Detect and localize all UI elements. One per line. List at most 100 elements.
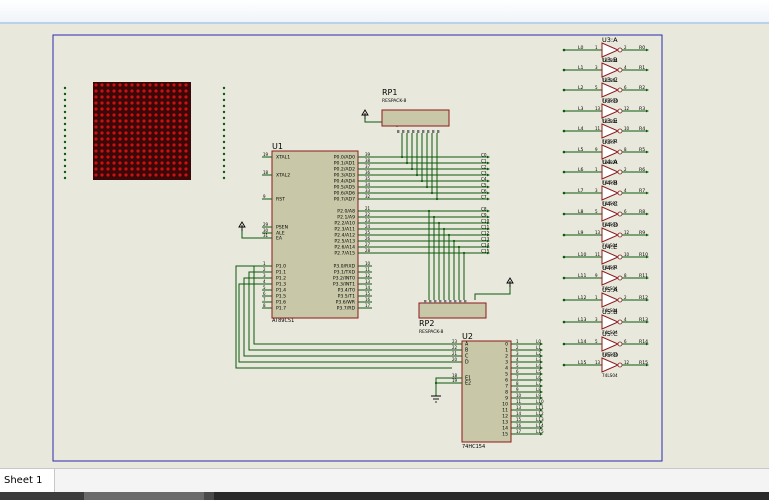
sheet-tab-bar: Sheet 1 bbox=[0, 468, 769, 493]
net-terminal bbox=[562, 255, 566, 259]
led-dot bbox=[178, 137, 182, 141]
led-dot bbox=[124, 137, 128, 141]
inverter-triangle[interactable] bbox=[601, 123, 620, 139]
matrix-pin bbox=[63, 128, 67, 132]
inverter-triangle[interactable] bbox=[601, 227, 620, 243]
u1-pin-number: 23 bbox=[365, 218, 371, 223]
inverter-bubble bbox=[617, 341, 623, 347]
u1-pin-name: P0.3/AD3 bbox=[334, 173, 355, 179]
inverter-triangle[interactable] bbox=[601, 164, 620, 180]
led-dot bbox=[148, 95, 152, 99]
inverter-triangle[interactable] bbox=[601, 336, 620, 352]
u1-pin-number: 8 bbox=[263, 303, 266, 308]
led-dot bbox=[172, 119, 176, 123]
inverter-out-net: R13 bbox=[639, 317, 648, 323]
inverter-bubble bbox=[617, 254, 623, 260]
led-dot bbox=[148, 137, 152, 141]
rp2-value: RESPACK-8 bbox=[419, 329, 443, 335]
u2-net-label: L9 bbox=[536, 393, 541, 398]
inverter-column[interactable]: U3:A74LS04L0 R01 2U3:B74LS04L1 R13 4U3:C74LS… bbox=[562, 36, 649, 378]
rp2-body[interactable] bbox=[418, 302, 487, 319]
resistor-pack-rp1[interactable]: RP1 RESPACK-8 bbox=[381, 88, 450, 133]
inverter-in-pin: 5 bbox=[595, 209, 598, 214]
u1-pin-number: 7 bbox=[263, 297, 266, 302]
inverter-triangle[interactable] bbox=[601, 103, 620, 119]
u2-net-label: L7 bbox=[536, 381, 541, 386]
schematic-canvas[interactable]: RP1 RESPACK-8 RP2 RESPACK-8 U1 AT89C51 1… bbox=[0, 24, 769, 468]
inverter-triangle[interactable] bbox=[601, 62, 620, 78]
inverter-triangle[interactable] bbox=[601, 357, 620, 373]
led-dot bbox=[166, 113, 170, 117]
led-dot bbox=[136, 107, 140, 111]
led-dot bbox=[124, 167, 128, 171]
led-dot bbox=[100, 101, 104, 105]
led-dot bbox=[112, 101, 116, 105]
inverter-out-net: R10 bbox=[639, 252, 648, 258]
net-terminal bbox=[562, 233, 566, 237]
led-dot bbox=[106, 83, 110, 87]
matrix-pin bbox=[222, 116, 226, 120]
u1-pin-name: P3.3/INT1 bbox=[333, 282, 355, 288]
inverter-u5-d[interactable]: U5:D 74LS04 L15 R15 13 12 bbox=[562, 351, 649, 378]
u1-pin-number: 12 bbox=[365, 273, 371, 278]
u1-pin-name: P0.4/AD4 bbox=[334, 179, 355, 185]
decoder-u2[interactable]: U2 74HC154 23A22B21C20D18E119E210L021L13… bbox=[452, 332, 544, 450]
u1-pin-number: 15 bbox=[365, 291, 371, 296]
resistor-pack-rp2[interactable]: RP2 RESPACK-8 bbox=[418, 300, 487, 335]
led-dot bbox=[154, 149, 158, 153]
led-dot bbox=[178, 125, 182, 129]
led-dot bbox=[112, 155, 116, 159]
u2-pin-number: 20 bbox=[452, 357, 458, 362]
inverter-triangle[interactable] bbox=[601, 270, 620, 286]
led-dot bbox=[106, 161, 110, 165]
inverter-triangle[interactable] bbox=[601, 185, 620, 201]
inverter-out-net: R3 bbox=[639, 106, 645, 112]
u2-pin-name: 15 bbox=[502, 432, 508, 438]
microcontroller-u1[interactable]: U1 AT89C51 19XTAL118XTAL29RST29PSEN30ALE… bbox=[262, 142, 372, 324]
junction-dot bbox=[434, 381, 438, 385]
led-dot bbox=[166, 149, 170, 153]
led-dot bbox=[160, 83, 164, 87]
u1-pin-name: P2.0/A8 bbox=[337, 209, 355, 215]
led-dot bbox=[118, 89, 122, 93]
led-dot bbox=[166, 83, 170, 87]
inverter-ref: U3:C bbox=[602, 76, 618, 84]
matrix-pin bbox=[63, 164, 67, 168]
net-arrow bbox=[646, 129, 649, 133]
inverter-bubble bbox=[617, 275, 623, 281]
inverter-triangle[interactable] bbox=[601, 206, 620, 222]
inverter-triangle[interactable] bbox=[601, 82, 620, 98]
led-dot bbox=[130, 113, 134, 117]
inverter-triangle[interactable] bbox=[601, 292, 620, 308]
inverter-triangle[interactable] bbox=[601, 249, 620, 265]
u1-pin-number: 29 bbox=[263, 222, 269, 227]
rp1-value: RESPACK-8 bbox=[382, 98, 406, 104]
rp1-body[interactable] bbox=[381, 109, 450, 127]
u1-pin-number: 34 bbox=[365, 182, 371, 187]
u2-pin-name: 13 bbox=[502, 420, 508, 426]
u1-pin-number: 1 bbox=[263, 261, 266, 266]
led-dot bbox=[184, 161, 188, 165]
led-dot bbox=[178, 143, 182, 147]
net-arrow bbox=[487, 185, 490, 189]
led-dot bbox=[160, 173, 164, 177]
schematic-drawing[interactable]: RP1 RESPACK-8 RP2 RESPACK-8 U1 AT89C51 1… bbox=[0, 24, 769, 468]
led-matrix[interactable] bbox=[63, 82, 226, 180]
led-dot bbox=[142, 107, 146, 111]
led-dot bbox=[106, 149, 110, 153]
net-arrow bbox=[646, 212, 649, 216]
matrix-pin bbox=[222, 110, 226, 114]
u1-ref: U1 bbox=[272, 142, 283, 151]
junction-dot bbox=[447, 233, 451, 237]
u2-part: 74HC154 bbox=[462, 444, 485, 450]
sheet-tab[interactable]: Sheet 1 bbox=[0, 469, 56, 493]
led-dot bbox=[136, 95, 140, 99]
inverter-triangle[interactable] bbox=[601, 42, 620, 58]
inverter-triangle[interactable] bbox=[601, 144, 620, 160]
net-terminal bbox=[562, 68, 566, 72]
led-dot bbox=[166, 125, 170, 129]
inverter-triangle[interactable] bbox=[601, 314, 620, 330]
led-dot bbox=[154, 161, 158, 165]
led-dot bbox=[124, 83, 128, 87]
u2-net-label: L12 bbox=[536, 411, 544, 416]
